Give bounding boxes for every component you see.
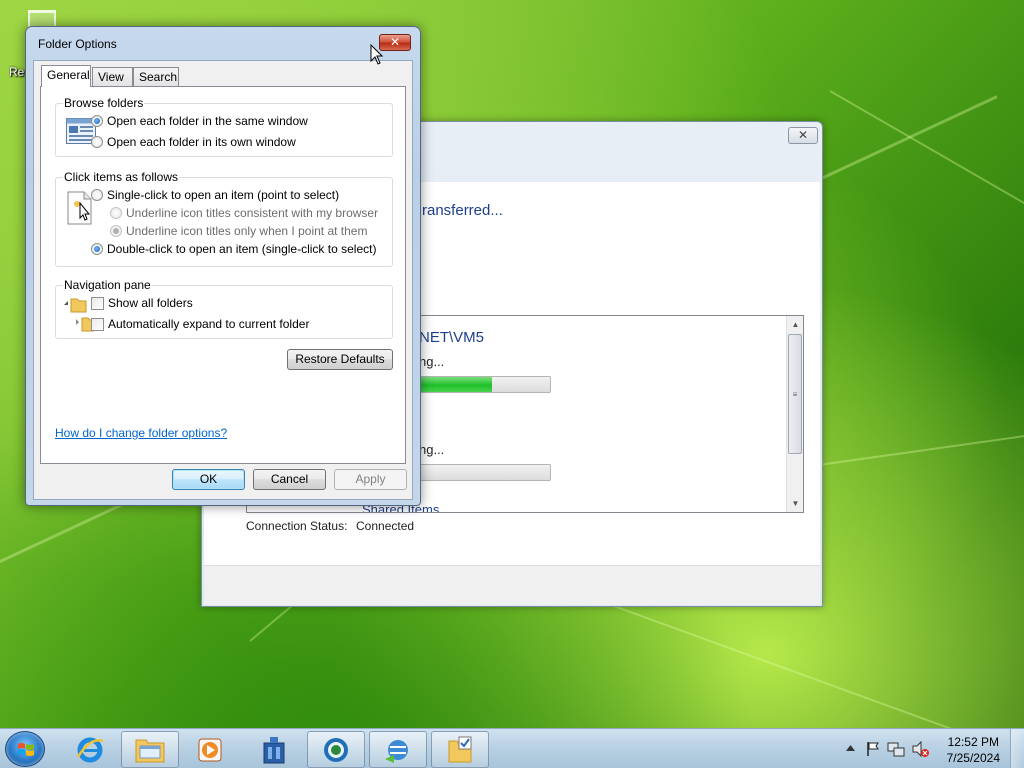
- mouse-cursor-icon: [370, 44, 384, 65]
- transfer-status-2: ng...: [419, 442, 445, 457]
- scroll-thumb[interactable]: ≡: [788, 334, 802, 454]
- navigation-pane-title: Navigation pane: [63, 278, 152, 292]
- bg-window-close-button[interactable]: ✕: [788, 127, 818, 144]
- transfer-heading: ransferred...: [422, 202, 503, 219]
- network-icon[interactable]: [887, 740, 905, 758]
- transfer-progress-1-fill: [420, 377, 492, 392]
- transfer-progress-1: [419, 376, 551, 393]
- restore-defaults-button[interactable]: Restore Defaults: [287, 349, 393, 370]
- internet-explorer-icon: [76, 737, 104, 762]
- taskbar-browser[interactable]: [307, 731, 365, 768]
- transfer-progress-2: [419, 464, 551, 481]
- transfer-list-scrollbar[interactable]: ▲ ≡ ▼: [786, 316, 803, 512]
- start-button[interactable]: [5, 731, 45, 767]
- radio-label: Underline icon titles consistent with my…: [126, 206, 379, 220]
- windows-explorer-icon: [135, 739, 165, 762]
- connection-status-label: Connection Status:: [246, 519, 348, 533]
- click-items-title: Click items as follows: [63, 170, 180, 184]
- radio-label: Underline icon titles only when I point …: [126, 224, 368, 238]
- action-center-flag-icon[interactable]: [866, 741, 880, 757]
- dialog-client: General View Search Browse folders Open …: [33, 60, 413, 500]
- clock-date: 7/25/2024: [946, 751, 1000, 765]
- checkbox-label: Automatically expand to current folder: [108, 317, 310, 331]
- radio-button[interactable]: [91, 115, 103, 127]
- show-hidden-icons-arrow[interactable]: [846, 744, 855, 752]
- radio-underline-consistent[interactable]: Underline icon titles consistent with my…: [110, 206, 378, 220]
- clock[interactable]: 12:52 PM 7/25/2024: [947, 734, 1000, 766]
- bg-window-footer: [204, 565, 820, 605]
- cancel-button[interactable]: Cancel: [253, 469, 326, 490]
- taskbar-network-app[interactable]: [245, 731, 303, 768]
- connection-status-value: Connected: [356, 519, 415, 533]
- folder-tree-icon: [64, 298, 94, 332]
- ok-button[interactable]: OK: [172, 469, 245, 490]
- tab-search[interactable]: Search: [133, 67, 179, 86]
- clock-time: 12:52 PM: [947, 735, 999, 749]
- volume-muted-icon[interactable]: [911, 740, 929, 758]
- transfer-status-1: ng...: [419, 354, 445, 369]
- general-tab-page: Browse folders Open each folder in the s…: [40, 86, 406, 464]
- folder-options-icon: [448, 736, 472, 762]
- connection-status: Connection Status: Connected: [246, 519, 414, 533]
- dialog-title: Folder Options: [38, 37, 117, 51]
- browse-folders-title: Browse folders: [63, 96, 145, 110]
- tab-general[interactable]: General: [41, 65, 91, 87]
- radio-button[interactable]: [110, 207, 122, 219]
- show-desktop-button[interactable]: [1010, 729, 1024, 768]
- taskbar-internet-explorer[interactable]: [61, 731, 119, 768]
- radio-label: Open each folder in its own window: [107, 135, 296, 149]
- document-pointer-icon: [67, 191, 92, 225]
- system-tray: 12:52 PM 7/25/2024: [839, 729, 1024, 768]
- radio-button[interactable]: [91, 189, 103, 201]
- radio-single-click[interactable]: Single-click to open an item (point to s…: [91, 188, 339, 202]
- radio-label: Double-click to open an item (single-cli…: [107, 242, 377, 256]
- radio-button[interactable]: [110, 225, 122, 237]
- folder-options-dialog[interactable]: Folder Options ✕ General View Search Bro…: [25, 26, 421, 506]
- radio-label: Single-click to open an item (point to s…: [107, 188, 340, 202]
- radio-underline-on-point[interactable]: Underline icon titles only when I point …: [110, 224, 367, 238]
- checkbox-auto-expand[interactable]: Automatically expand to current folder: [91, 317, 309, 331]
- tab-view[interactable]: View: [92, 67, 133, 86]
- scroll-up-arrow-icon[interactable]: ▲: [787, 316, 803, 333]
- browser-globe-icon: [324, 737, 348, 762]
- transfer-host: NET\VM5: [419, 329, 485, 346]
- taskbar-folder-options[interactable]: [431, 731, 489, 768]
- taskbar-media-player[interactable]: [181, 731, 239, 768]
- checkbox[interactable]: [91, 296, 104, 310]
- radio-button[interactable]: [91, 243, 103, 255]
- checkbox-show-all-folders[interactable]: Show all folders: [91, 296, 193, 310]
- scroll-down-arrow-icon[interactable]: ▼: [787, 495, 803, 512]
- taskbar-network-transfer[interactable]: [369, 731, 427, 768]
- network-app-icon: [263, 736, 285, 763]
- windows-orb-icon: [18, 743, 34, 756]
- taskbar-windows-explorer[interactable]: [121, 731, 179, 768]
- checkbox-label: Show all folders: [108, 296, 193, 310]
- apply-button[interactable]: Apply: [334, 469, 407, 490]
- media-player-icon: [198, 738, 222, 761]
- taskbar: 12:52 PM 7/25/2024: [0, 728, 1024, 768]
- help-link[interactable]: How do I change folder options?: [55, 426, 227, 440]
- network-transfer-icon: [385, 739, 408, 763]
- radio-open-own-window[interactable]: Open each folder in its own window: [91, 135, 296, 149]
- radio-button[interactable]: [91, 136, 103, 148]
- checkbox[interactable]: [91, 317, 104, 331]
- radio-double-click[interactable]: Double-click to open an item (single-cli…: [91, 242, 376, 256]
- radio-open-same-window[interactable]: Open each folder in the same window: [91, 114, 308, 128]
- radio-label: Open each folder in the same window: [107, 114, 308, 128]
